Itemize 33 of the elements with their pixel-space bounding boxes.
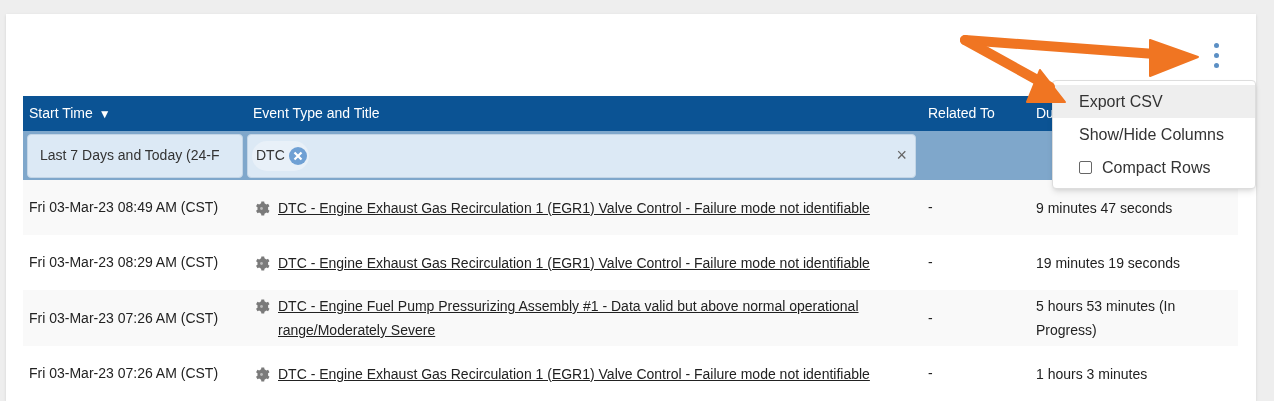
menu-item[interactable]: Compact Rows (1053, 151, 1255, 184)
table-cell: - (928, 199, 933, 215)
sort-indicator[interactable]: ▼ (98, 104, 111, 123)
table-cell: 5 hours 53 minutes (In Progress) (1036, 298, 1176, 338)
table-cell: Fri 03-Mar-23 08:29 AM (CST) (29, 254, 219, 270)
table-cell: - (928, 309, 933, 326)
date-filter-field[interactable]: Last 7 Days and Today (24-F (27, 133, 243, 178)
gear-icon (253, 199, 270, 217)
table-cell: - (928, 254, 933, 270)
checkbox[interactable] (1079, 161, 1092, 174)
table-cell: Fri 03-Mar-23 07:26 AM (CST) (29, 309, 219, 326)
event-link[interactable]: DTC - Engine Fuel Pump Pressurizing Assembly #1 - Data valid but above normal operational range/Moderately Severe (278, 294, 914, 342)
filter-chip[interactable]: DTC (252, 140, 309, 171)
event-link[interactable]: DTC - Engine Exhaust Gas Recirculation 1 (EGR1) Valve Control - Failure mode not identifiable (278, 195, 870, 220)
gear-icon (253, 365, 270, 383)
table-cell: - (928, 365, 933, 381)
event-link[interactable]: DTC - Engine Exhaust Gas Recirculation 1 (EGR1) Valve Control - Failure mode not identifiable (278, 361, 870, 386)
table-cell: 9 minutes 47 seconds (1036, 199, 1173, 216)
table-cell: Fri 03-Mar-23 07:26 AM (CST) (29, 365, 219, 381)
column-header[interactable]: Related To (928, 103, 995, 124)
gear-icon (253, 254, 270, 272)
column-header[interactable]: Start Time (29, 103, 93, 124)
table-cell: Fri 03-Mar-23 08:49 AM (CST) (29, 199, 219, 215)
event-link[interactable]: DTC - Engine Exhaust Gas Recirculation 1 (EGR1) Valve Control - Failure mode not identifiable (278, 250, 870, 275)
column-header[interactable]: Event Type and Title (253, 103, 380, 124)
table-cell: 19 minutes 19 seconds (1036, 254, 1180, 271)
clear-button[interactable]: × (892, 142, 911, 169)
table-cell: 1 hours 3 minutes (1036, 365, 1148, 382)
menu-item[interactable]: Export CSV (1053, 85, 1255, 118)
gear-icon (253, 298, 270, 315)
menu-item[interactable]: Show/Hide Columns (1053, 118, 1255, 151)
remove-icon[interactable] (288, 146, 307, 165)
event-filter-field[interactable]: DTC × (247, 133, 916, 178)
